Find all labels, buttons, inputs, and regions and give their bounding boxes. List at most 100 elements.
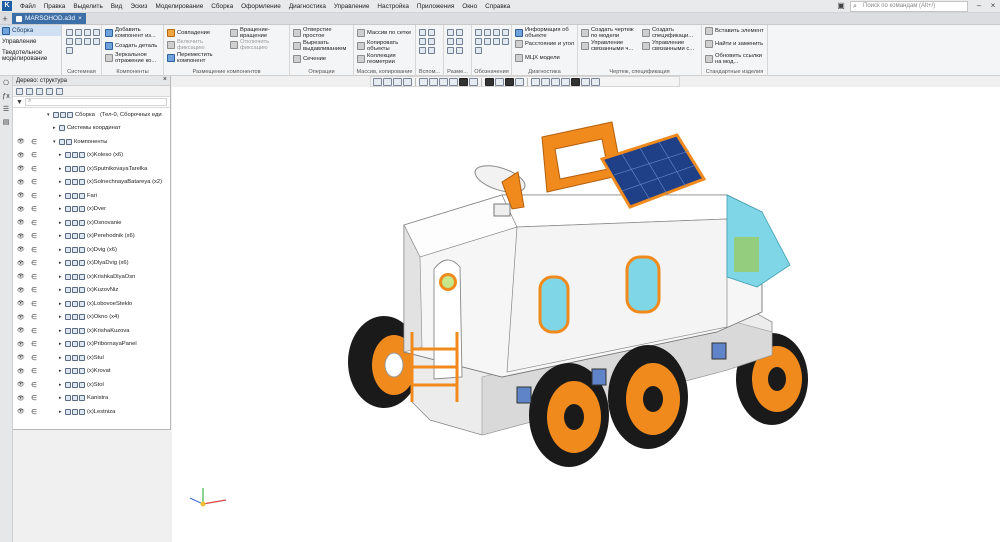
menu-item-3[interactable]: Вид bbox=[107, 3, 127, 10]
expand-arrow-icon[interactable]: ▾ bbox=[53, 139, 56, 145]
tree-node-component[interactable]: 👁 ∈ ▸ (x)Dvig (x6) bbox=[13, 243, 170, 257]
mode-assembly[interactable]: Сборка bbox=[0, 25, 61, 36]
expand-arrow-icon[interactable]: ▸ bbox=[59, 328, 62, 334]
mark-icon[interactable] bbox=[493, 38, 500, 45]
visibility-eye-icon[interactable]: 👁 bbox=[17, 314, 25, 321]
expand-arrow-icon[interactable]: ▸ bbox=[59, 395, 62, 401]
expand-arrow-icon[interactable]: ▸ bbox=[59, 179, 62, 185]
light-icon[interactable] bbox=[541, 77, 550, 86]
pan-icon[interactable] bbox=[419, 77, 428, 86]
tree-panel-icon[interactable]: ⎔ bbox=[1, 79, 11, 89]
menu-item-1[interactable]: Правка bbox=[40, 3, 70, 10]
visibility-eye-icon[interactable]: 👁 bbox=[17, 327, 25, 334]
tree-node-component[interactable]: 👁 ∈ ▸ (x)Osnovanie bbox=[13, 216, 170, 230]
include-icon[interactable]: ∈ bbox=[31, 367, 38, 375]
include-icon[interactable]: ∈ bbox=[31, 246, 38, 254]
visibility-eye-icon[interactable]: 👁 bbox=[17, 138, 25, 145]
document-tab[interactable]: MARSOHOD.a3d × bbox=[12, 13, 86, 24]
window-icon[interactable]: ▣ bbox=[836, 0, 846, 12]
undo-icon[interactable] bbox=[93, 38, 100, 45]
visibility-eye-icon[interactable]: 👁 bbox=[17, 219, 25, 226]
include-icon[interactable]: ∈ bbox=[31, 273, 38, 281]
include-icon[interactable]: ∈ bbox=[31, 327, 38, 335]
wireframe-icon[interactable] bbox=[469, 77, 478, 86]
tree-node-component[interactable]: 👁 ∈ ▸ Kanistra bbox=[13, 392, 170, 406]
visibility-eye-icon[interactable]: 👁 bbox=[17, 395, 25, 402]
include-icon[interactable]: ∈ bbox=[31, 192, 38, 200]
linked-specs-button[interactable]: Управление связанными с... bbox=[642, 40, 700, 52]
visibility-eye-icon[interactable]: 👁 bbox=[17, 287, 25, 294]
aux-curve-icon[interactable] bbox=[428, 38, 435, 45]
base-icon[interactable] bbox=[493, 29, 500, 36]
rotate-icon[interactable] bbox=[429, 77, 438, 86]
expand-arrow-icon[interactable]: ▸ bbox=[59, 274, 62, 280]
mode-solid-modeling[interactable]: Тведотельное моделирование bbox=[0, 47, 61, 65]
tree-node-component[interactable]: 👁 ∈ ▸ (x)PribornayaPanel bbox=[13, 338, 170, 352]
include-icon[interactable]: ∈ bbox=[31, 138, 38, 146]
new-icon[interactable] bbox=[66, 29, 73, 36]
expand-arrow-icon[interactable]: ▸ bbox=[59, 341, 62, 347]
visibility-eye-icon[interactable]: 👁 bbox=[17, 192, 25, 199]
tree-expand-icon[interactable] bbox=[46, 87, 53, 95]
expand-arrow-icon[interactable]: ▸ bbox=[59, 382, 62, 388]
expand-arrow-icon[interactable]: ▸ bbox=[59, 355, 62, 361]
zoom-fit-icon[interactable] bbox=[383, 77, 392, 86]
expand-arrow-icon[interactable]: ▸ bbox=[59, 220, 62, 226]
grid-array-button[interactable]: Массив по сетке bbox=[357, 29, 411, 37]
include-icon[interactable]: ∈ bbox=[31, 313, 38, 321]
find-replace-button[interactable]: Найти и заменить bbox=[705, 40, 767, 48]
close-window-icon[interactable]: × bbox=[988, 0, 998, 12]
enable-fixation-button[interactable]: Включить фиксацию bbox=[167, 39, 225, 51]
hide-icon[interactable] bbox=[485, 77, 494, 86]
render-icon[interactable] bbox=[561, 77, 570, 86]
orient-icon[interactable] bbox=[439, 77, 448, 86]
radial-dim-icon[interactable] bbox=[447, 38, 454, 45]
new-tab-plus-icon[interactable]: + bbox=[0, 14, 10, 24]
include-icon[interactable]: ∈ bbox=[31, 205, 38, 213]
tree-node-component[interactable]: 👁 ∈ ▸ (x)KuzovNiz bbox=[13, 284, 170, 298]
create-spec-button[interactable]: Создать спецификаци... bbox=[642, 27, 700, 39]
create-drawing-button[interactable]: Создать чертеж по модели bbox=[581, 27, 639, 39]
redo-icon[interactable] bbox=[66, 47, 73, 54]
tree-node-component[interactable]: 👁 ∈ ▸ (x)Dver bbox=[13, 203, 170, 217]
tree-node-component[interactable]: 👁 ∈ ▸ (x)SputnikovayaTarelka bbox=[13, 162, 170, 176]
update-links-button[interactable]: Обновить ссылки на мод... bbox=[705, 53, 767, 65]
include-icon[interactable]: ∈ bbox=[31, 394, 38, 402]
object-info-button[interactable]: Информация об объекте bbox=[515, 27, 577, 39]
include-icon[interactable]: ∈ bbox=[31, 151, 38, 159]
disable-fixation-button[interactable]: Отключить фиксацию bbox=[230, 39, 288, 51]
copy-icon[interactable] bbox=[75, 38, 82, 45]
menu-item-13[interactable]: Справка bbox=[481, 3, 514, 10]
diameter-dim-icon[interactable] bbox=[456, 38, 463, 45]
tree-sort-icon[interactable] bbox=[26, 87, 33, 95]
menu-item-11[interactable]: Приложения bbox=[413, 3, 458, 10]
show-icon[interactable] bbox=[495, 77, 504, 86]
coincidence-button[interactable]: Совпадение bbox=[167, 29, 210, 37]
table-icon[interactable] bbox=[484, 38, 491, 45]
include-icon[interactable]: ∈ bbox=[31, 381, 38, 389]
filter-icon[interactable]: ▼ bbox=[16, 99, 23, 106]
menu-item-7[interactable]: Оформление bbox=[237, 3, 285, 10]
expand-arrow-icon[interactable]: ▸ bbox=[59, 166, 62, 172]
menu-item-10[interactable]: Настройка bbox=[373, 3, 412, 10]
visibility-eye-icon[interactable]: 👁 bbox=[17, 300, 25, 307]
add-component-button[interactable]: Добавить компонент из... bbox=[105, 27, 163, 39]
menu-item-9[interactable]: Управление bbox=[330, 3, 374, 10]
expand-arrow-icon[interactable]: ▸ bbox=[59, 368, 62, 374]
tree-node-component[interactable]: 👁 ∈ ▸ (x)Lestniza bbox=[13, 405, 170, 419]
insert-element-button[interactable]: Вставить элемент bbox=[705, 27, 767, 35]
visibility-eye-icon[interactable]: 👁 bbox=[17, 206, 25, 213]
simple-hole-button[interactable]: Отверстие простое bbox=[293, 27, 353, 39]
shaded-icon[interactable] bbox=[459, 77, 468, 86]
tree-node-component[interactable]: 👁 ∈ ▸ (x)Stul bbox=[13, 351, 170, 365]
expand-arrow-icon[interactable]: ▸ bbox=[53, 125, 56, 131]
list-icon[interactable]: ☰ bbox=[1, 105, 11, 115]
rover-model-illustration[interactable] bbox=[172, 87, 1000, 542]
tree-close-icon[interactable]: × bbox=[163, 76, 167, 83]
expand-arrow-icon[interactable]: ▸ bbox=[59, 193, 62, 199]
geometry-collection-button[interactable]: Коллекция геометрии bbox=[357, 53, 415, 65]
mode-management[interactable]: Управление bbox=[0, 36, 61, 47]
aux-sketch-icon[interactable] bbox=[428, 47, 435, 54]
view-orientation-icon[interactable] bbox=[373, 77, 382, 86]
visibility-eye-icon[interactable]: 👁 bbox=[17, 246, 25, 253]
